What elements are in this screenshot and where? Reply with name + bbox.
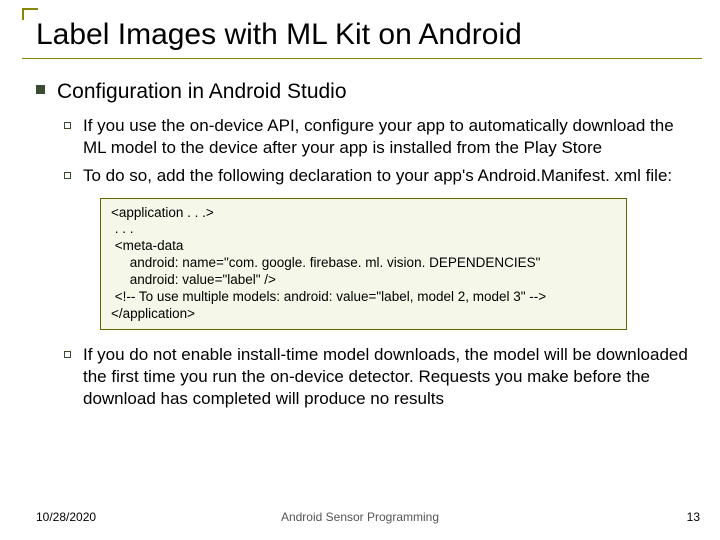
- bullet-text: If you use the on-device API, configure …: [83, 115, 696, 159]
- hollow-square-bullet-icon: [64, 351, 71, 358]
- hollow-square-bullet-icon: [64, 172, 71, 179]
- page-number: 13: [687, 510, 700, 524]
- bullet-text: To do so, add the following declaration …: [83, 165, 672, 187]
- bullet-item: If you do not enable install-time model …: [64, 344, 696, 410]
- square-bullet-icon: [36, 85, 45, 94]
- bullet-item: To do so, add the following declaration …: [64, 165, 696, 187]
- content-area: Configuration in Android Studio If you u…: [36, 78, 696, 416]
- title-rule: [22, 58, 702, 59]
- hollow-square-bullet-icon: [64, 122, 71, 129]
- section-heading: Configuration in Android Studio: [57, 78, 347, 105]
- slide-title: Label Images with ML Kit on Android: [36, 18, 700, 52]
- section-heading-row: Configuration in Android Studio: [36, 78, 696, 105]
- bullet-text: If you do not enable install-time model …: [83, 344, 696, 410]
- code-block: <application . . .> . . . <meta-data and…: [100, 198, 627, 330]
- slide: Label Images with ML Kit on Android Conf…: [0, 0, 720, 540]
- bullet-item: If you use the on-device API, configure …: [64, 115, 696, 159]
- footer-title: Android Sensor Programming: [0, 510, 720, 524]
